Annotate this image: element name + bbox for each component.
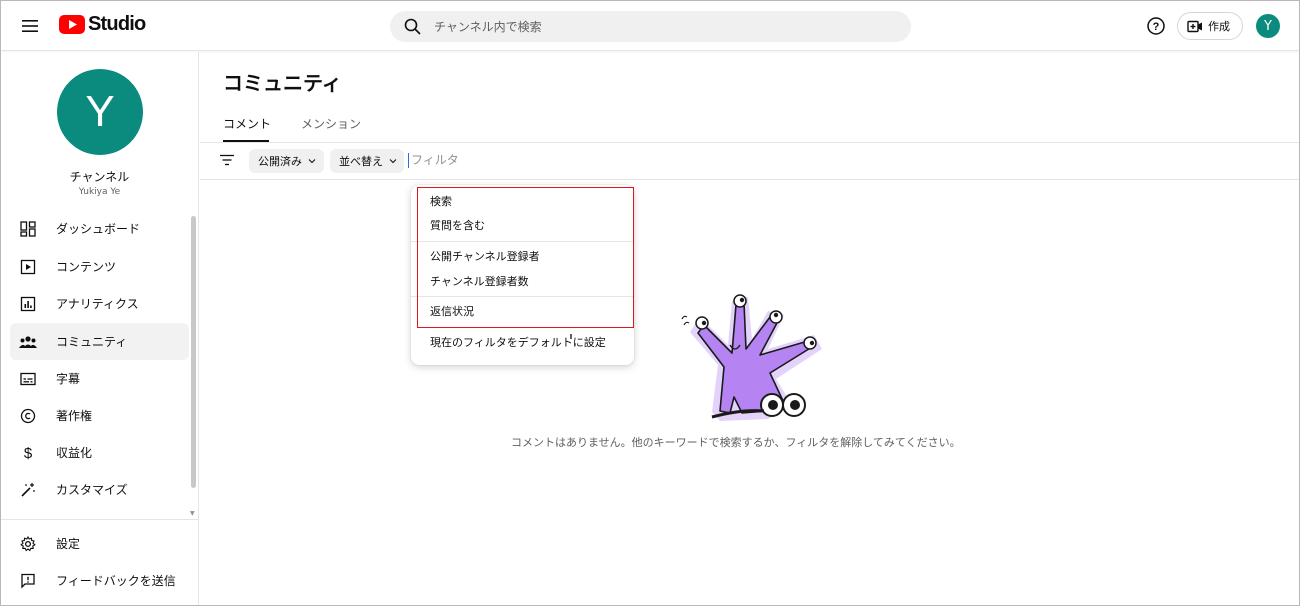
create-video-icon [1187,20,1202,32]
sidebar-item-settings[interactable]: 設定 [10,525,189,562]
dashboard-icon [19,220,37,238]
content-icon [19,258,37,276]
sidebar-item-customize[interactable]: カスタマイズ [10,471,189,508]
sidebar-item-label: 設定 [56,537,81,551]
menu-item-set-default-filter[interactable]: 現在のフィルタをデフォルトに設定 [430,334,606,350]
sidebar-item-label: ダッシュボード [56,222,141,236]
search-icon [402,17,422,37]
text-caret [408,153,409,168]
tabs-divider [200,142,1300,143]
sidebar-item-label: カスタマイズ [56,483,128,497]
channel-title: チャンネル [69,170,130,184]
filter-divider [200,179,1300,180]
sidebar-divider [0,519,199,520]
sidebar-scrollbar[interactable] [191,216,196,488]
filter-dropdown-menu: 検索 質問を含む 公開チャンネル登録者 チャンネル登録者数 返信状況 現在のフィ… [411,185,634,365]
menu-item-public-subscribers[interactable]: 公開チャンネル登録者 [430,248,540,264]
sidebar-item-label: コンテンツ [56,260,117,274]
sidebar-item-dashboard[interactable]: ダッシュボード [10,210,189,247]
sort-chip[interactable]: 並べ替え [330,149,404,173]
gear-icon [19,535,37,553]
community-icon [19,333,37,351]
mouse-cursor [570,334,572,339]
dollar-icon: $ [19,444,37,462]
menu-item-subscriber-count[interactable]: チャンネル登録者数 [430,273,529,289]
menu-item-search[interactable]: 検索 [430,193,452,209]
chip-label: 公開済み [258,155,302,168]
top-bar: Studio ? 作成 Y [0,0,1300,51]
create-label: 作成 [1208,20,1230,33]
sidebar-item-feedback[interactable]: フィードバックを送信 [10,562,189,599]
sidebar-item-label: 字幕 [56,372,81,386]
sidebar-item-label: フィードバックを送信 [56,574,176,588]
hamburger-menu-icon[interactable] [18,14,42,38]
help-icon[interactable]: ? [1145,15,1167,37]
sidebar-item-copyright[interactable]: 著作権 [10,397,189,434]
sidebar-item-subtitles[interactable]: 字幕 [10,360,189,397]
magic-wand-icon [19,481,37,499]
menu-divider [411,241,634,242]
published-filter-chip[interactable]: 公開済み [249,149,324,173]
svg-text:?: ? [1153,21,1160,33]
account-avatar[interactable]: Y [1256,14,1280,38]
logo-text: Studio [88,13,146,35]
search-bar[interactable] [390,11,911,42]
copyright-icon [19,407,37,425]
chevron-down-icon [389,159,397,164]
subtitles-icon [19,370,37,388]
channel-avatar[interactable]: Y [57,69,143,155]
feedback-icon [19,572,37,590]
menu-item-reply-status[interactable]: 返信状況 [430,303,474,319]
sidebar: Y チャンネル Yukiya Ye ダッシュボード コンテンツ アナリティクス … [0,52,199,606]
filter-input[interactable]: フィルタ [411,151,459,168]
sidebar-item-analytics[interactable]: アナリティクス [10,285,189,322]
sidebar-item-label: アナリティクス [56,297,139,311]
analytics-icon [19,295,37,313]
chip-label: 並べ替え [339,155,383,168]
sidebar-item-label: 収益化 [56,446,93,460]
tab-mentions[interactable]: メンション [301,115,361,132]
youtube-studio-logo[interactable]: Studio [59,13,146,36]
youtube-play-icon [59,15,85,34]
scroll-down-arrow-icon[interactable]: ▼ [190,510,195,517]
sidebar-item-label: コミュニティ [56,335,128,349]
empty-state-illustration [681,294,822,421]
svg-text:$: $ [24,445,33,461]
empty-state-message: コメントはありません。他のキーワードで検索するか、フィルタを解除してみてください… [511,436,961,449]
sidebar-item-community[interactable]: コミュニティ [10,323,189,360]
tab-comments[interactable]: コメント [223,115,271,132]
create-button[interactable]: 作成 [1177,12,1243,40]
chevron-down-icon [308,159,316,164]
sidebar-item-label: 著作権 [56,409,93,423]
search-input[interactable] [434,19,874,34]
menu-divider [411,296,634,297]
filter-icon[interactable] [218,151,236,169]
page-title: コミュニティ [223,71,342,95]
sidebar-item-content[interactable]: コンテンツ [10,248,189,285]
channel-name: Yukiya Ye [78,187,121,197]
sidebar-item-monetization[interactable]: $ 収益化 [10,434,189,471]
menu-item-contains-question[interactable]: 質問を含む [430,217,485,233]
